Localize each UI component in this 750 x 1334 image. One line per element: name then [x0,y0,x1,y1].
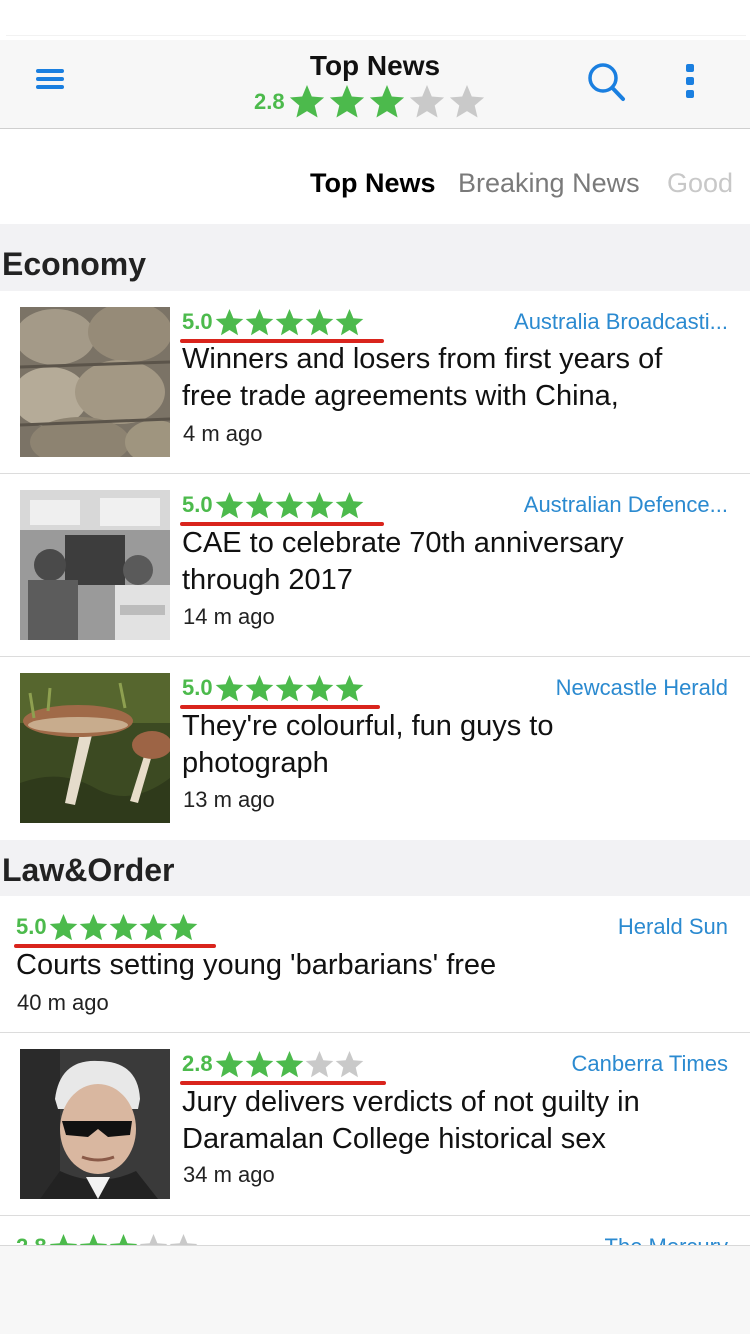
stacked-bags-image [20,307,170,457]
article-source[interactable]: Australian Defence... [524,492,728,518]
headline-line: through 2017 [182,564,353,596]
star-empty-icon [409,85,444,118]
headline-line: They're colourful, fun guys to [182,710,554,742]
article-time: 13 m ago [183,787,275,812]
star-filled-icon [335,674,363,701]
article-source[interactable]: Australia Broadcasti... [514,309,728,335]
news-row[interactable]: 5.0 Australia Broadcasti... Winners and … [0,291,750,474]
star-filled-icon [49,913,77,940]
news-row[interactable]: 5.0 Herald Sun Courts setting young 'bar… [0,896,750,1033]
star-filled-icon [215,308,243,335]
article-headline: Winners and losers from first years of f… [182,341,662,415]
star-filled-icon [329,85,364,118]
more-vertical-icon[interactable] [678,62,702,102]
article-rating: 5.0 [180,671,380,709]
star-filled-icon [245,674,273,701]
star-filled-icon [275,491,303,518]
headline-line: Jury delivers verdicts of not guilty in [182,1086,640,1118]
star-filled-icon [335,308,363,335]
star-filled-icon [245,491,273,518]
rating-stars [215,674,364,703]
star-filled-icon [275,674,303,701]
star-filled-icon [109,913,137,940]
section-header-law-order: Law&Order [0,840,750,896]
star-filled-icon [215,491,243,518]
headline-line: free trade agreements with China, [182,380,619,412]
headline-line: Courts setting young 'barbarians' free [16,949,497,981]
rating-stars [215,308,364,337]
search-icon[interactable] [586,60,628,104]
article-headline: Courts setting young 'barbarians' free [16,947,496,984]
tab-good[interactable]: Good [667,168,733,199]
rating-stars [215,491,364,520]
star-filled-icon [305,491,333,518]
article-time: 40 m ago [17,990,109,1015]
mushrooms-image [20,673,170,823]
overall-rating-stars [289,84,485,120]
article-source[interactable]: Newcastle Herald [556,675,728,701]
article-source[interactable]: Canberra Times [571,1051,728,1077]
headline-line: Daramalan College historical sex [182,1123,606,1155]
section-title: Economy [2,246,147,282]
rating-value: 2.8 [182,1051,213,1076]
article-time: 34 m ago [183,1162,275,1187]
star-filled-icon [289,85,324,118]
article-source[interactable]: Herald Sun [618,914,728,940]
man-sunglasses-image [20,1049,170,1199]
article-rating: 5.0 [180,488,384,526]
section-header-economy: Economy [0,224,750,291]
rating-stars [49,913,198,942]
article-rating: 5.0 [14,910,216,948]
star-filled-icon [369,85,404,118]
star-filled-icon [305,308,333,335]
headline-line: CAE to celebrate 70th anniversary [182,527,624,559]
star-filled-icon [275,1050,303,1077]
article-headline: CAE to celebrate 70th anniversary throug… [182,525,624,599]
news-row[interactable]: 5.0 Newcastle Herald They're colourful, … [0,657,750,840]
star-filled-icon [215,1050,243,1077]
article-headline: Jury delivers verdicts of not guilty in … [182,1084,640,1158]
status-bar [0,0,750,40]
section-title: Law&Order [2,852,175,888]
star-filled-icon [139,913,167,940]
star-filled-icon [335,491,363,518]
page-title: Top News [309,50,441,81]
category-tabs: Top News Breaking News Good [0,130,750,224]
article-time: 4 m ago [183,421,263,446]
star-filled-icon [215,674,243,701]
star-empty-icon [449,85,484,118]
rating-value: 5.0 [182,675,213,700]
tab-breaking-news[interactable]: Breaking News [458,168,640,199]
article-headline: They're colourful, fun guys to photograp… [182,708,553,782]
bottom-toolbar [0,1245,750,1334]
nav-bar: Top News 2.8 [0,40,750,129]
news-row[interactable]: 2.8 Canberra Times Jury delivers verdict… [0,1033,750,1216]
star-filled-icon [275,308,303,335]
rating-value: 5.0 [16,914,47,939]
star-empty-icon [335,1050,363,1077]
headline-line: Winners and losers from first years of [182,343,663,375]
rating-value: 5.0 [182,309,213,334]
overall-rating-value: 2.8 [254,89,285,114]
rating-stars [215,1050,364,1079]
star-empty-icon [305,1050,333,1077]
article-rating: 2.8 [180,1047,386,1085]
overall-rating: 2.8 [254,84,485,120]
star-filled-icon [245,1050,273,1077]
tab-top-news[interactable]: Top News [310,168,436,199]
cockpit-pilots-image [20,490,170,640]
rating-value: 5.0 [182,492,213,517]
star-filled-icon [169,913,197,940]
star-filled-icon [305,674,333,701]
news-row[interactable]: 5.0 Australian Defence... CAE to celebra… [0,474,750,657]
headline-line: photograph [182,747,329,779]
article-time: 14 m ago [183,604,275,629]
article-rating: 5.0 [180,305,384,343]
star-filled-icon [245,308,273,335]
star-filled-icon [79,913,107,940]
